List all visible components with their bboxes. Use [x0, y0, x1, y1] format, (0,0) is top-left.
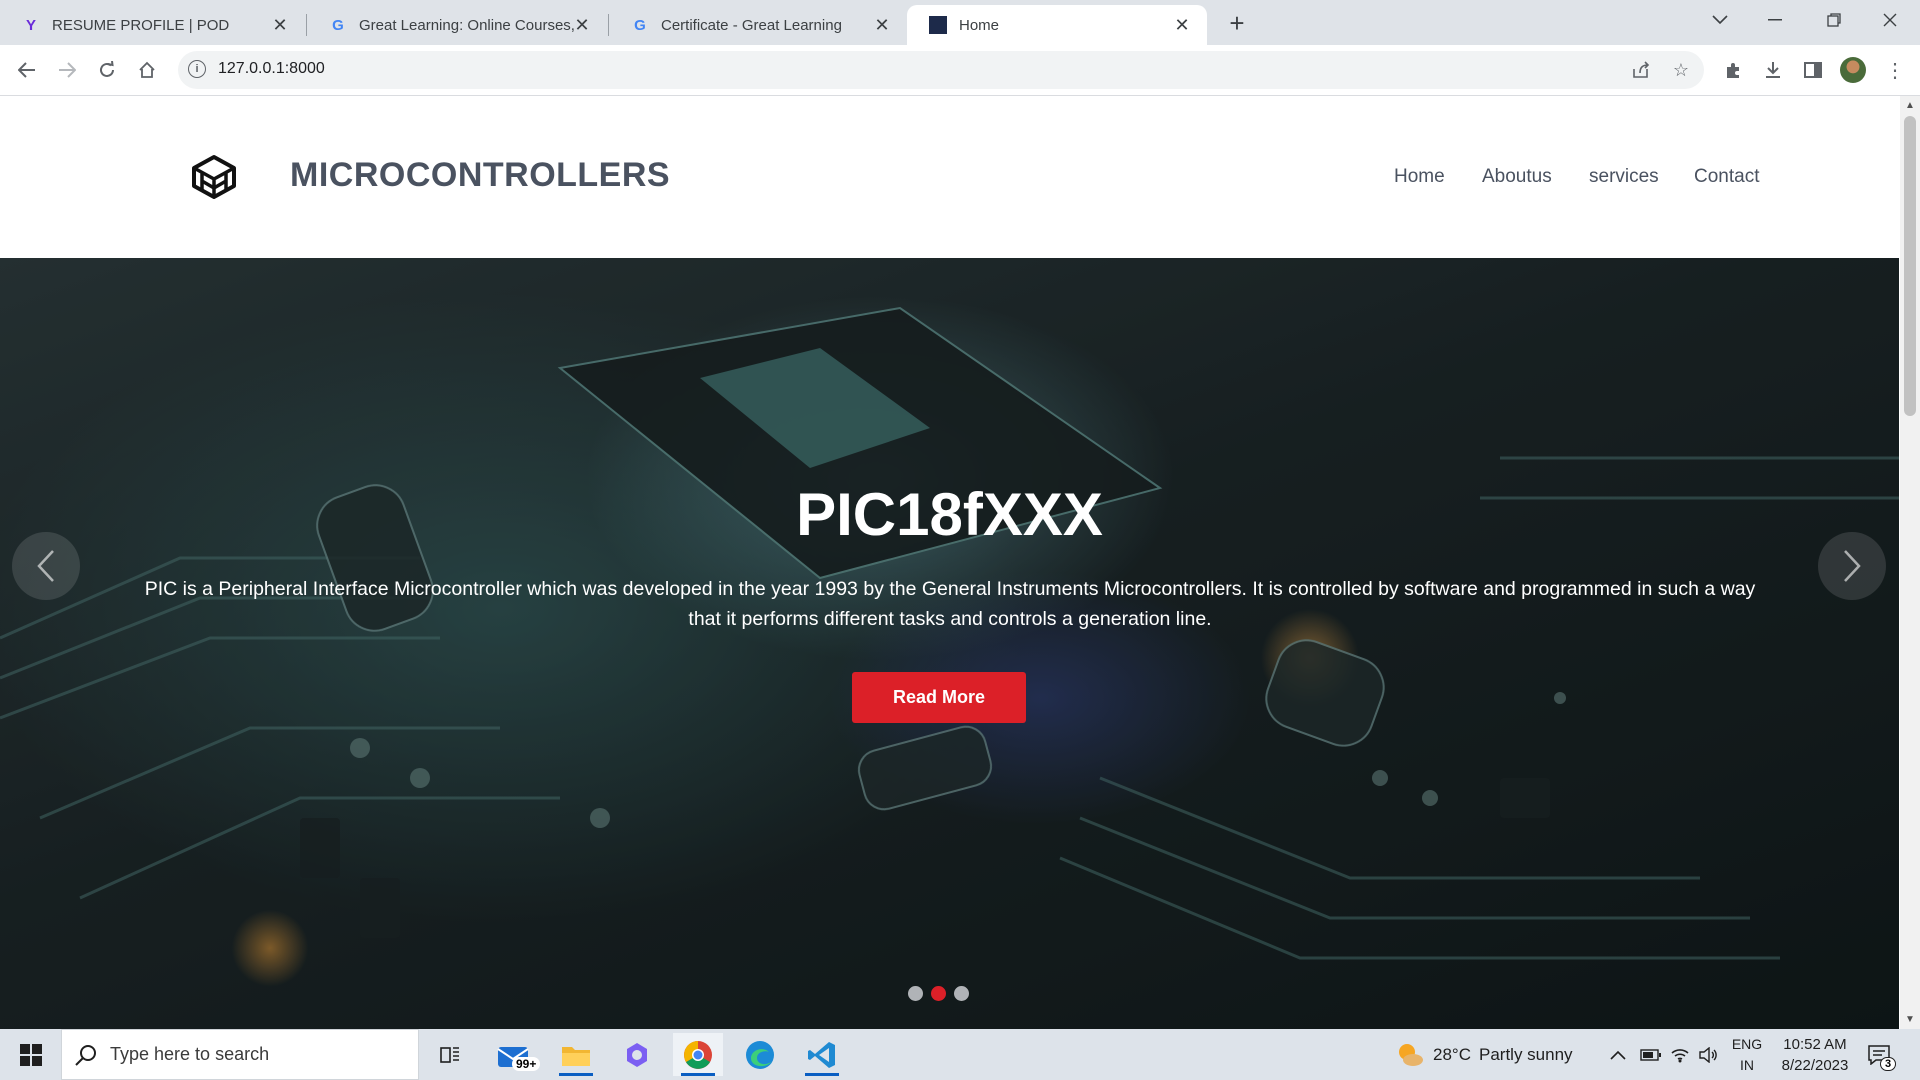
url-text[interactable]: 127.0.0.1:8000 [218, 60, 325, 78]
task-view-icon[interactable] [425, 1033, 475, 1076]
profile-avatar[interactable] [1840, 57, 1866, 83]
windows-start-button[interactable] [10, 1029, 52, 1080]
tab-certificate[interactable]: G Certificate - Great Learning ✕ [609, 5, 907, 45]
show-hidden-icons-chevron-icon[interactable] [1610, 1029, 1626, 1080]
minimize-button[interactable] [1747, 0, 1803, 40]
share-icon[interactable] [1628, 57, 1654, 83]
nav-services[interactable]: services [1589, 166, 1659, 188]
weather-desc: Partly sunny [1478, 1044, 1573, 1064]
notification-center-icon[interactable]: 3 [1868, 1029, 1897, 1080]
chevron-left-icon [37, 550, 54, 582]
extensions-icon[interactable] [1718, 55, 1748, 85]
read-more-button[interactable]: Read More [852, 672, 1026, 723]
tab-title: Home [959, 16, 1000, 34]
close-tab-icon[interactable]: ✕ [571, 14, 593, 36]
tab-title: RESUME PROFILE | POD [52, 16, 230, 34]
tab-home[interactable]: Home ✕ [907, 5, 1207, 45]
clock-time: 10:52 AM [1783, 1036, 1847, 1053]
web-page: MICROCONTROLLERS Home Aboutus services C… [0, 96, 1899, 1029]
brand-logo-icon[interactable] [190, 154, 238, 200]
nav-contact[interactable]: Contact [1694, 166, 1759, 188]
chrome-app-icon[interactable] [673, 1033, 723, 1076]
brand-name[interactable]: MICROCONTROLLERS [290, 156, 670, 195]
scrollbar-thumb[interactable] [1904, 116, 1916, 416]
tab-great-learning[interactable]: G Great Learning: Online Courses, F ✕ [307, 5, 607, 45]
browser-tab-strip: Y RESUME PROFILE | POD ✕ G Great Learnin… [0, 0, 1920, 45]
carousel-indicators [908, 986, 969, 1001]
close-tab-icon[interactable]: ✕ [269, 14, 291, 36]
windows-taskbar: Type here to search 99+ 28°C Partly sunn… [0, 1029, 1920, 1080]
weather-temp: 28°C [1433, 1044, 1471, 1064]
side-panel-icon[interactable] [1798, 55, 1828, 85]
menu-kebab-icon[interactable]: ⋮ [1880, 55, 1910, 85]
tab-title: Great Learning: Online Courses, F [359, 16, 577, 34]
browser-toolbar: i 127.0.0.1:8000 ☆ ⋮ [0, 45, 1920, 96]
site-info-icon[interactable]: i [188, 60, 206, 78]
windows-logo-icon [20, 1043, 42, 1066]
search-icon [75, 1045, 96, 1066]
carousel-dot-1[interactable] [908, 986, 923, 1001]
reload-icon[interactable] [92, 55, 122, 85]
bookmark-star-icon[interactable]: ☆ [1668, 57, 1694, 83]
search-placeholder: Type here to search [110, 1044, 270, 1064]
carousel-dot-3[interactable] [954, 986, 969, 1001]
volume-icon[interactable] [1698, 1029, 1718, 1080]
partly-sunny-icon [1399, 1043, 1423, 1066]
nav-aboutus[interactable]: Aboutus [1482, 166, 1552, 188]
clock-date: 8/22/2023 [1781, 1057, 1849, 1074]
vscode-app-icon[interactable] [797, 1033, 847, 1076]
battery-icon[interactable] [1640, 1029, 1662, 1080]
page-scrollbar[interactable]: ▲ ▼ [1900, 96, 1920, 1029]
site-favicon-icon [929, 16, 947, 34]
restore-button[interactable] [1806, 0, 1862, 40]
notification-count: 3 [1880, 1057, 1897, 1071]
hero-description: PIC is a Peripheral Interface Microcontr… [144, 578, 1756, 630]
hero-title: PIC18fXXX [796, 481, 1103, 548]
mail-badge: 99+ [512, 1057, 541, 1071]
forward-icon[interactable] [52, 55, 82, 85]
edge-app-icon[interactable] [735, 1033, 785, 1076]
address-bar[interactable]: i 127.0.0.1:8000 ☆ [178, 51, 1704, 89]
nav-home[interactable]: Home [1394, 166, 1445, 188]
copilot-app-icon[interactable] [612, 1033, 662, 1076]
home-icon[interactable] [132, 55, 162, 85]
hero-carousel: PIC18fXXX PIC is a Peripheral Interface … [0, 258, 1899, 1029]
back-icon[interactable] [12, 55, 42, 85]
google-icon: G [634, 16, 646, 34]
site-header: MICROCONTROLLERS Home Aboutus services C… [0, 96, 1899, 258]
tab-resume-profile[interactable]: Y RESUME PROFILE | POD ✕ [0, 5, 305, 45]
download-icon[interactable] [1758, 55, 1788, 85]
taskbar-clock[interactable]: 10:52 AM 8/22/2023 [1760, 1034, 1870, 1076]
taskbar-search-box[interactable]: Type here to search [61, 1029, 419, 1080]
scroll-down-arrow-icon[interactable]: ▼ [1905, 1014, 1915, 1025]
wifi-icon[interactable] [1670, 1029, 1690, 1080]
new-tab-button[interactable]: + [1222, 8, 1252, 38]
tab-search-chevron-icon[interactable] [1692, 0, 1748, 40]
close-tab-icon[interactable]: ✕ [871, 14, 893, 36]
chevron-right-icon [1844, 550, 1861, 582]
google-icon: G [332, 16, 344, 34]
carousel-dot-2[interactable] [931, 986, 946, 1001]
hero-overlay [0, 258, 1899, 1029]
scroll-up-arrow-icon[interactable]: ▲ [1905, 100, 1915, 111]
close-tab-icon[interactable]: ✕ [1171, 14, 1193, 36]
tab-title: Certificate - Great Learning [661, 16, 842, 34]
file-explorer-icon[interactable] [551, 1033, 601, 1076]
weather-widget[interactable]: 28°C Partly sunny [1395, 1029, 1573, 1080]
pod-icon: Y [25, 16, 36, 34]
close-window-button[interactable] [1862, 0, 1918, 40]
mail-app-icon[interactable]: 99+ [488, 1033, 541, 1076]
